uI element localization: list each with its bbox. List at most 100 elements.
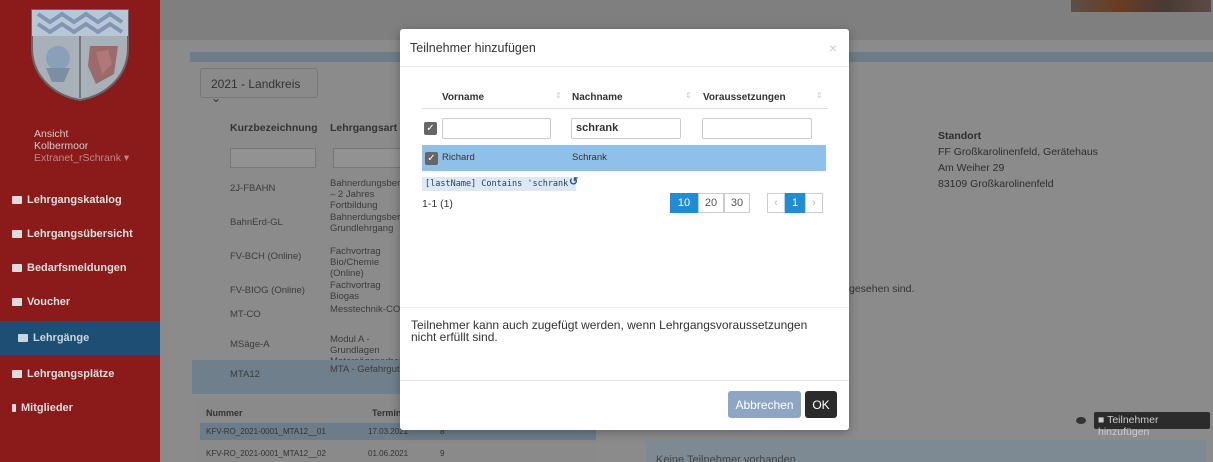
close-icon[interactable]: × [829, 40, 837, 56]
standort-line: 83109 Großkarolinenfeld [938, 178, 1054, 190]
sidebar-item-label: Bedarfsmeldungen [27, 262, 127, 274]
column-header-nachname[interactable]: Nachname [572, 92, 623, 103]
info-text: gesehen sind. [849, 283, 915, 295]
list-icon [12, 230, 22, 238]
sidebar-item-lehrgaenge[interactable]: Lehrgänge [0, 321, 160, 355]
coat-of-arms-logo [31, 9, 129, 102]
select-all-checkbox[interactable]: ✓ [424, 122, 437, 135]
page-size-20[interactable]: 20 [698, 193, 724, 213]
active-filter-tag: [lastName] Contains 'schrank' [422, 177, 577, 191]
column-header-termin[interactable]: Termin [372, 408, 401, 418]
table-row[interactable]: BahnErd-GL Bahnerdungsbereich Grundlehrga… [192, 208, 404, 242]
cell-termin: 01.06.2021 [368, 449, 409, 458]
ansicht-label: Ansicht [34, 128, 69, 140]
sidebar-item-mitglieder[interactable]: Mitglieder [0, 391, 160, 425]
filter-input-art[interactable] [333, 148, 403, 168]
cell-kurz: BahnErd-GL [230, 217, 283, 228]
header-divider [422, 108, 828, 109]
ok-button[interactable]: OK [805, 391, 837, 418]
calendar-icon [18, 334, 28, 342]
person-icon: ■ [1098, 414, 1105, 426]
user-context: Ansicht Kolbermoor Extranet_rSchrank ▾ [34, 128, 129, 164]
sidebar-item-label: Lehrgänge [33, 332, 90, 344]
standort-line: Am Weiher 29 [938, 162, 1005, 174]
header-banner-image [1071, 0, 1211, 12]
year-select-value: 2021 - Landkreis [211, 77, 301, 91]
sidebar-item-label: Mitglieder [21, 402, 73, 414]
column-header-nummer[interactable]: Nummer [206, 408, 243, 418]
cell-art: MTA - Gefahrgut [330, 364, 400, 375]
add-participant-button[interactable]: ■ Teilnehmer hinzufügen [1094, 412, 1210, 438]
table-row[interactable]: MSäge-AModul A - Grundlagen Motorsägenar… [192, 330, 404, 367]
add-participant-modal: Teilnehmer hinzufügen × Vorname ⇕ Nachna… [400, 29, 849, 430]
list-icon [12, 196, 22, 204]
reset-filter-icon[interactable]: ↺ [569, 175, 578, 188]
cell-art: Bahnerdungsbereich Grundlehrgang [330, 212, 402, 234]
column-header-voraussetzungen[interactable]: Voraussetzungen [703, 92, 786, 103]
cell-vorname: Richard [442, 152, 475, 163]
empty-state: Keine Teilnehmer vorhanden [646, 440, 1206, 462]
modal-title: Teilnehmer hinzufügen [410, 41, 536, 55]
clipboard-icon [12, 264, 22, 272]
cell-art: Fachvortrag Bio/Chemie (Online) [330, 246, 381, 279]
page-1-button[interactable]: 1 [785, 193, 805, 213]
filter-voraussetzungen-input[interactable] [702, 118, 812, 139]
cell-art: Fachvortrag Biogas [330, 280, 381, 302]
page-size-30[interactable]: 30 [724, 193, 750, 213]
cell-kurz: MTA12 [230, 369, 260, 380]
table-row-selected[interactable]: MTA12 MTA - Gefahrgut [192, 360, 404, 394]
table-row[interactable]: 2J-FBAHN Bahnerdungsbereich – 2 Jahres Fo… [192, 174, 404, 211]
sidebar: Ansicht Kolbermoor Extranet_rSchrank ▾ L… [0, 0, 160, 462]
sidebar-item-bedarfsmeldungen[interactable]: Bedarfsmeldungen [0, 251, 160, 285]
sidebar-item-label: Voucher [27, 296, 71, 308]
filter-input-kurz[interactable] [230, 148, 316, 168]
table-row[interactable]: MT-CO Messtechnik-CO [192, 300, 404, 334]
eye-icon[interactable] [1076, 417, 1086, 424]
person-icon [12, 404, 16, 412]
filter-nachname-input[interactable]: schrank [571, 118, 681, 139]
user-menu[interactable]: Extranet_rSchrank ▾ [34, 152, 129, 164]
cell-kurz: FV-BIOG (Online) [230, 285, 305, 296]
sort-icon[interactable]: ⇕ [816, 91, 823, 100]
column-header-vorname[interactable]: Vorname [442, 92, 484, 103]
termin-row[interactable]: KFV-RO_2021-0001_MTA12__02 01.06.2021 9 [200, 445, 596, 462]
modal-note: Teilnehmer kann auch zugefügt werden, we… [411, 318, 808, 344]
cell-kurz: 2J-FBAHN [230, 183, 276, 194]
column-header-lehrgangsart[interactable]: Lehrgangsart [330, 122, 397, 134]
divider [400, 307, 849, 308]
sidebar-item-label: Lehrgangsübersicht [27, 228, 133, 240]
cell-nummer: KFV-RO_2021-0001_MTA12__02 [206, 449, 326, 458]
column-header-kurzbezeichnung[interactable]: Kurzbezeichnung [230, 122, 318, 134]
sidebar-item-label: Lehrgangskatalog [27, 194, 122, 206]
sort-icon[interactable]: ⇕ [555, 91, 562, 100]
year-select[interactable]: 2021 - Landkreis ⌄ [200, 68, 318, 105]
add-participant-label: Teilnehmer hinzufügen [1098, 414, 1159, 438]
next-page-button[interactable]: › [805, 193, 823, 213]
calendar-icon [12, 370, 22, 378]
participant-row[interactable]: ✓ Richard Schrank [422, 145, 826, 171]
record-count: 1-1 (1) [422, 198, 453, 210]
prev-page-button[interactable]: ‹ [767, 193, 785, 213]
cell-nummer: KFV-RO_2021-0001_MTA12__01 [206, 427, 326, 436]
sidebar-item-lehrgangsplaetze[interactable]: Lehrgangsplätze [0, 357, 160, 391]
cell-nachname: Schrank [572, 152, 607, 163]
cell-art: Messtechnik-CO [330, 304, 401, 315]
cell-art: Bahnerdungsbereich – 2 Jahres Fortbildun… [330, 178, 402, 211]
ticket-icon [12, 298, 22, 306]
cancel-button[interactable]: Abbrechen [728, 391, 801, 418]
chevron-down-icon: ⌄ [211, 91, 222, 105]
modal-footer-divider [400, 380, 849, 381]
sidebar-item-lehrgangsuebersicht[interactable]: Lehrgangsübersicht [0, 217, 160, 251]
cell-kurz: FV-BCH (Online) [230, 251, 302, 262]
standort-label: Standort [938, 130, 982, 142]
row-checkbox[interactable]: ✓ [425, 152, 438, 165]
table-row[interactable]: FV-BCH (Online) Fachvortrag Bio/Chemie (O… [192, 242, 404, 279]
standort-line: FF Großkarolinenfeld, Gerätehaus [938, 146, 1098, 158]
location-label: Kolbermoor [34, 140, 89, 152]
sort-icon[interactable]: ⇕ [685, 91, 692, 100]
page-size-10[interactable]: 10 [670, 193, 698, 213]
sidebar-item-voucher[interactable]: Voucher [0, 285, 160, 319]
sidebar-item-lehrgangskatalog[interactable]: Lehrgangskatalog [0, 183, 160, 217]
cell-kurz: MT-CO [230, 309, 261, 320]
filter-vorname-input[interactable] [442, 118, 551, 139]
